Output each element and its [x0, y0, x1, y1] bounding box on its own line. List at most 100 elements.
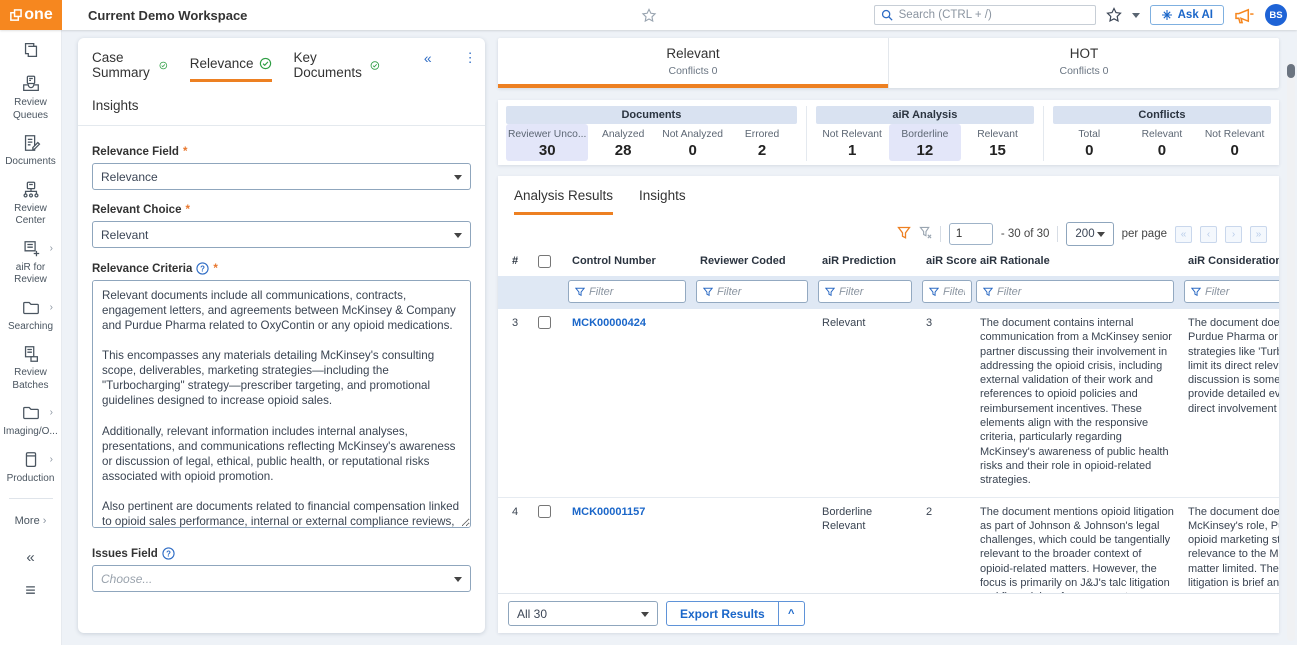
favorite-star-icon[interactable] [641, 8, 656, 23]
air-consideration-text: The document doe McKinsey's role, Pu opi… [1182, 505, 1279, 593]
stat-conflicts-relevant[interactable]: Relevant0 [1126, 124, 1199, 161]
sidebar-item-documents[interactable]: Documents [0, 133, 61, 169]
filter-air-prediction[interactable] [818, 280, 912, 303]
first-page-button[interactable]: « [1175, 226, 1192, 243]
stat-borderline[interactable]: Borderline12 [889, 124, 962, 161]
sidebar-more-button[interactable]: More› [15, 515, 47, 527]
stat-not-analyzed[interactable]: Not Analyzed0 [658, 124, 727, 161]
results-footer: All 30 Export Results ^ [498, 593, 1279, 633]
stat-relevant[interactable]: Relevant15 [961, 124, 1034, 161]
stat-not-relevant[interactable]: Not Relevant1 [816, 124, 889, 161]
help-icon[interactable]: ? [196, 262, 209, 275]
insights-subtab[interactable]: Insights [78, 88, 485, 126]
sidebar-item-production[interactable]: › Production [0, 450, 61, 486]
export-results-button[interactable]: Export Results [666, 601, 779, 626]
panel-collapse-icon[interactable]: « [424, 50, 432, 66]
page-size-select[interactable]: 200 [1066, 222, 1113, 246]
sidebar-collapse-icon[interactable]: « [26, 549, 34, 566]
user-avatar[interactable]: BS [1265, 4, 1287, 26]
search-icon [881, 9, 893, 21]
announcements-megaphone-icon[interactable] [1234, 6, 1255, 24]
sidebar-item-air-for-review[interactable]: › aiR for Review [0, 239, 61, 287]
files-icon [21, 40, 41, 60]
filter-control-number[interactable] [568, 280, 686, 303]
last-page-button[interactable]: » [1250, 226, 1267, 243]
relevance-field-select[interactable]: Relevance [92, 163, 471, 190]
tab-relevance[interactable]: Relevance [190, 56, 272, 82]
sidebar-item-review-center[interactable]: Review Center [0, 180, 61, 228]
filter-air-consideration[interactable] [1184, 280, 1279, 303]
row-checkbox[interactable] [538, 505, 551, 518]
global-search[interactable] [874, 5, 1096, 25]
ask-ai-label: Ask AI [1178, 9, 1213, 21]
check-circle-icon [159, 59, 168, 72]
relevant-choice-select[interactable]: Relevant [92, 221, 471, 248]
air-for-review-icon [21, 239, 41, 259]
ask-ai-button[interactable]: Ask AI [1150, 5, 1224, 25]
col-air-score[interactable]: aiR Score [920, 252, 974, 276]
sidebar-hamburger-icon[interactable]: ≡ [25, 580, 36, 601]
stat-reviewer-uncoded[interactable]: Reviewer Unco...30 [506, 124, 588, 161]
control-number-link[interactable]: MCK00000424 [566, 316, 694, 488]
filter-air-rationale[interactable] [976, 280, 1174, 303]
relativity-one-logo[interactable]: one [0, 0, 62, 30]
filter-reviewer-coded[interactable] [696, 280, 808, 303]
filter-icon[interactable] [897, 226, 911, 243]
favorites-chevron-down-icon[interactable] [1132, 13, 1140, 18]
insights-panel-tabs: Case Summary Relevance Key Documents « ⋮ [78, 38, 485, 88]
caret-down-icon [454, 577, 462, 582]
col-air-prediction[interactable]: aiR Prediction [816, 252, 920, 276]
analysis-results-panel: Analysis Results Insights - 30 of 30 [498, 176, 1279, 633]
air-rationale-text: The document mentions opioid litigation … [974, 505, 1182, 593]
search-input[interactable] [899, 9, 1089, 21]
filter-air-score[interactable] [922, 280, 972, 303]
help-icon[interactable]: ? [162, 547, 175, 560]
prev-page-button[interactable]: ‹ [1200, 226, 1217, 243]
stats-group-air-analysis: aiR Analysis Not Relevant1 Borderline12 … [806, 106, 1034, 161]
table-body: 3 MCK00000424 Relevant 3 The document co… [498, 309, 1279, 593]
chevron-right-icon: › [50, 302, 53, 313]
clear-filter-icon[interactable] [919, 226, 932, 242]
selection-scope-select[interactable]: All 30 [508, 601, 658, 626]
air-score-value: 3 [920, 316, 974, 488]
documents-icon [21, 133, 41, 153]
stat-conflicts-not-relevant[interactable]: Not Relevant0 [1198, 124, 1271, 161]
tab-key-documents[interactable]: Key Documents [294, 50, 380, 88]
sidebar-item-review-queues[interactable]: Review Queues [0, 74, 61, 122]
control-number-link[interactable]: MCK00001157 [566, 505, 694, 593]
sidebar-item-imaging[interactable]: › Imaging/O... [0, 403, 61, 439]
favorites-star-icon[interactable] [1106, 7, 1122, 23]
select-all-checkbox[interactable] [538, 255, 551, 268]
svg-text:?: ? [166, 549, 171, 558]
relevance-criteria-textarea[interactable]: Relevant documents include all communica… [92, 280, 471, 528]
panel-kebab-menu-icon[interactable]: ⋮ [464, 50, 477, 66]
tab-analysis-results[interactable]: Analysis Results [514, 188, 613, 215]
page-start-input[interactable] [949, 223, 993, 245]
col-reviewer-coded[interactable]: Reviewer Coded [694, 252, 816, 276]
export-options-chevron-up-button[interactable]: ^ [779, 601, 805, 626]
tab-insights[interactable]: Insights [639, 188, 686, 215]
scrollbar-thumb[interactable] [1287, 64, 1295, 78]
relevance-field-label: Relevance Field* [92, 146, 471, 158]
sidebar-item-searching[interactable]: › Searching [0, 298, 61, 334]
tab-hot[interactable]: HOT Conflicts 0 [888, 38, 1279, 88]
required-asterisk: * [213, 263, 217, 275]
sidebar-item-workspace[interactable] [0, 40, 61, 63]
stat-analyzed[interactable]: Analyzed28 [588, 124, 657, 161]
issues-field-select[interactable]: Choose... [92, 565, 471, 592]
tab-relevant[interactable]: Relevant Conflicts 0 [498, 38, 888, 88]
row-checkbox[interactable] [538, 316, 551, 329]
col-air-consideration[interactable]: aiR Consideration [1182, 252, 1279, 276]
col-control-number[interactable]: Control Number [566, 252, 694, 276]
logo-text: one [24, 6, 52, 24]
next-page-button[interactable]: › [1225, 226, 1242, 243]
stat-conflicts-total[interactable]: Total0 [1053, 124, 1126, 161]
conflicts-count: Conflicts 0 [498, 65, 888, 77]
tab-case-summary[interactable]: Case Summary [92, 50, 168, 88]
row-number: 4 [506, 505, 532, 593]
vertical-scrollbar[interactable] [1287, 62, 1295, 641]
col-air-rationale[interactable]: aiR Rationale [974, 252, 1182, 276]
stat-errored[interactable]: Errored2 [727, 124, 796, 161]
filter-icon [1191, 287, 1201, 297]
sidebar-item-review-batches[interactable]: Review Batches [0, 344, 61, 392]
